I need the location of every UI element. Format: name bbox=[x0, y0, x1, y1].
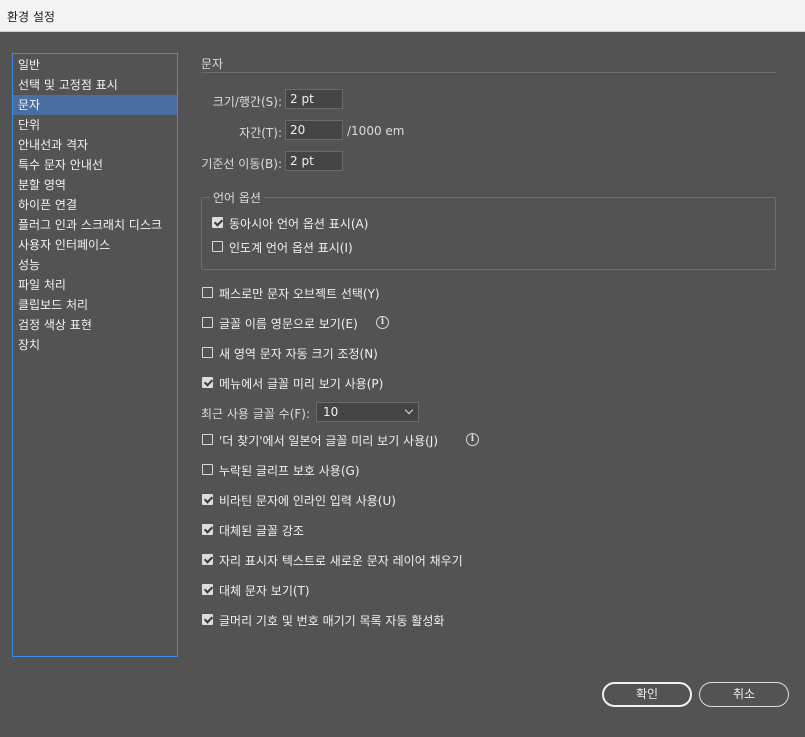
japanese-font-preview-checkbox[interactable] bbox=[202, 434, 213, 445]
title-bar: 환경 설정 bbox=[0, 0, 805, 32]
baseline-shift-label: 기준선 이동(B): bbox=[201, 157, 282, 171]
sidebar-item-plugins-scratch-disks[interactable]: 플러그 인과 스크래치 디스크 bbox=[13, 215, 177, 235]
highlight-substituted-fonts-label: 대체된 글꼴 강조 bbox=[219, 524, 304, 538]
language-options-group bbox=[201, 197, 776, 270]
sidebar-item-selection-anchor-display[interactable]: 선택 및 고정점 표시 bbox=[13, 75, 177, 95]
sidebar-item-user-interface[interactable]: 사용자 인터페이스 bbox=[13, 235, 177, 255]
sidebar-item-performance[interactable]: 성능 bbox=[13, 255, 177, 275]
auto-bullets-numbering-label: 글머리 기호 및 번호 매기기 목록 자동 활성화 bbox=[219, 614, 445, 628]
select-type-by-path-checkbox[interactable] bbox=[202, 287, 213, 298]
highlight-substituted-fonts-checkbox[interactable] bbox=[202, 524, 213, 535]
sidebar-item-slices[interactable]: 분할 영역 bbox=[13, 175, 177, 195]
size-leading-label: 크기/행간(S): bbox=[212, 95, 282, 109]
font-preview-menus-checkbox[interactable] bbox=[202, 377, 213, 388]
missing-glyph-protection-checkbox[interactable] bbox=[202, 464, 213, 475]
sidebar-item-devices[interactable]: 장치 bbox=[13, 335, 177, 355]
placeholder-text-label: 자리 표시자 텍스트로 새로운 문자 레이어 채우기 bbox=[219, 554, 463, 568]
baseline-shift-input[interactable]: 2 pt bbox=[285, 151, 343, 171]
japanese-font-preview-label: '더 찾기'에서 일본어 글꼴 미리 보기 사용(J) bbox=[219, 434, 439, 448]
section-divider bbox=[201, 72, 776, 73]
ok-button[interactable]: 확인 bbox=[602, 682, 692, 707]
sidebar-item-guides-grid[interactable]: 안내선과 격자 bbox=[13, 135, 177, 155]
font-names-english-label: 글꼴 이름 영문으로 보기(E) bbox=[219, 317, 358, 331]
tracking-input[interactable]: 20 bbox=[285, 120, 343, 140]
sidebar-item-type[interactable]: 문자 bbox=[13, 95, 177, 115]
cancel-button[interactable]: 취소 bbox=[699, 682, 789, 707]
language-options-title: 언어 옵션 bbox=[210, 189, 264, 206]
info-icon[interactable]: i bbox=[376, 316, 389, 329]
recent-fonts-value: 10 bbox=[323, 405, 339, 419]
recent-fonts-dropdown[interactable]: 10 bbox=[316, 402, 419, 422]
east-asian-options-checkbox[interactable] bbox=[212, 217, 223, 228]
sidebar-item-units[interactable]: 단위 bbox=[13, 115, 177, 135]
window-title: 환경 설정 bbox=[7, 10, 55, 24]
auto-bullets-numbering-checkbox[interactable] bbox=[202, 614, 213, 625]
sidebar-item-general[interactable]: 일반 bbox=[13, 55, 177, 75]
inline-input-non-latin-checkbox[interactable] bbox=[202, 494, 213, 505]
inline-input-non-latin-label: 비라틴 문자에 인라인 입력 사용(U) bbox=[219, 494, 396, 508]
recent-fonts-label: 최근 사용 글꼴 수(F): bbox=[201, 407, 311, 421]
auto-size-area-type-label: 새 영역 문자 자동 크기 조정(N) bbox=[219, 347, 378, 361]
chevron-down-icon bbox=[404, 405, 414, 415]
auto-size-area-type-checkbox[interactable] bbox=[202, 347, 213, 358]
indic-options-label: 인도계 언어 옵션 표시(I) bbox=[229, 241, 353, 255]
placeholder-text-checkbox[interactable] bbox=[202, 554, 213, 565]
missing-glyph-protection-label: 누락된 글리프 보호 사용(G) bbox=[219, 464, 360, 478]
tracking-unit: /1000 em bbox=[347, 124, 405, 138]
east-asian-options-label: 동아시아 언어 옵션 표시(A) bbox=[229, 217, 369, 231]
info-icon[interactable]: i bbox=[466, 433, 479, 446]
font-names-english-checkbox[interactable] bbox=[202, 317, 213, 328]
sidebar-item-clipboard[interactable]: 클립보드 처리 bbox=[13, 295, 177, 315]
show-alternate-glyphs-label: 대체 문자 보기(T) bbox=[219, 584, 310, 598]
font-preview-menus-label: 메뉴에서 글꼴 미리 보기 사용(P) bbox=[219, 377, 384, 391]
section-title: 문자 bbox=[201, 57, 224, 71]
select-type-by-path-label: 패스로만 문자 오브젝트 선택(Y) bbox=[219, 287, 380, 301]
sidebar-item-smart-guides[interactable]: 특수 문자 안내선 bbox=[13, 155, 177, 175]
size-leading-input[interactable]: 2 pt bbox=[285, 89, 343, 109]
sidebar-item-hyphenation[interactable]: 하이픈 연결 bbox=[13, 195, 177, 215]
tracking-label: 자간(T): bbox=[239, 126, 282, 140]
sidebar-item-file-handling[interactable]: 파일 처리 bbox=[13, 275, 177, 295]
preferences-category-list[interactable]: 일반 선택 및 고정점 표시 문자 단위 안내선과 격자 특수 문자 안내선 분… bbox=[12, 53, 178, 657]
show-alternate-glyphs-checkbox[interactable] bbox=[202, 584, 213, 595]
sidebar-item-appearance-of-black[interactable]: 검정 색상 표현 bbox=[13, 315, 177, 335]
indic-options-checkbox[interactable] bbox=[212, 241, 223, 252]
